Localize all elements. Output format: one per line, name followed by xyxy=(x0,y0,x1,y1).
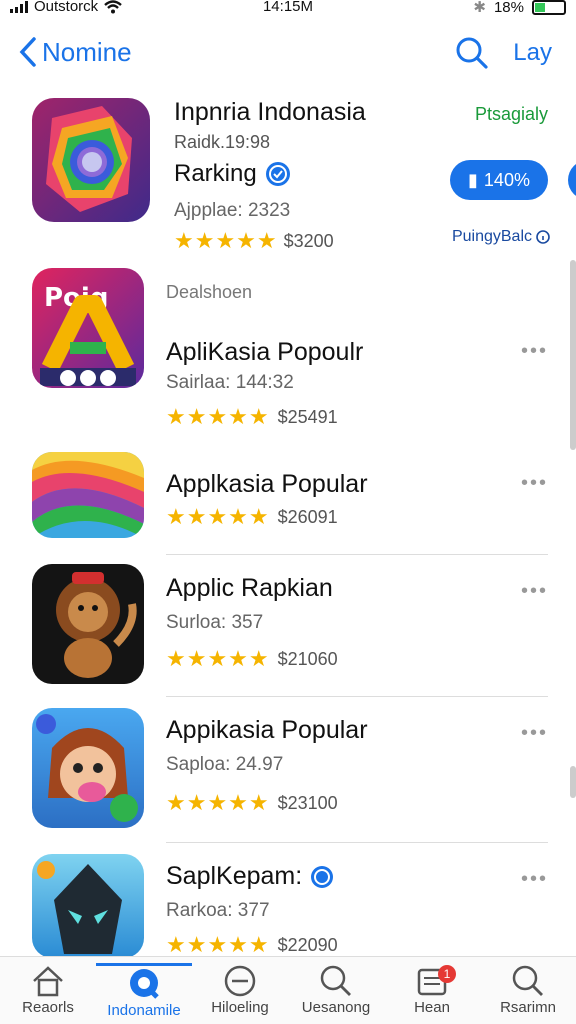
app-meta: Sairlaa: 144:32 xyxy=(166,372,294,393)
divider xyxy=(166,696,548,697)
bluetooth-icon: ✱ xyxy=(473,0,486,16)
divider xyxy=(166,554,548,555)
app-name: ApliKasia Popoulr xyxy=(166,338,364,366)
tab-label: Rsarimn xyxy=(500,999,556,1016)
star-rating-icon: ★★★★★ xyxy=(166,404,270,429)
featured-app[interactable]: Inpnria Indonasia Raidk.19:98 Rarking Aj… xyxy=(32,98,576,258)
tab-hiloeling[interactable]: Hiloeling xyxy=(192,963,288,1016)
star-rating-icon: ★★★★★ xyxy=(166,932,270,957)
star-rating-icon: ★★★★★ xyxy=(174,228,278,253)
more-options-icon[interactable]: ••• xyxy=(521,868,548,891)
app-name: SaplKepam: xyxy=(166,862,303,890)
search-icon[interactable] xyxy=(455,36,489,70)
app-meta: Surloa: 357 xyxy=(166,612,264,633)
app-rating: ★★★★★ $25491 xyxy=(166,404,338,430)
alpha-a-icon: Poig xyxy=(32,268,144,388)
featured-ranking: Rarking xyxy=(174,160,291,188)
list-item[interactable]: Applic Rapkian Surloa: 357 ★★★★★ $21060 … xyxy=(32,564,548,684)
more-options-icon[interactable]: ••• xyxy=(521,722,548,745)
app-price: $22090 xyxy=(277,934,338,955)
more-link[interactable]: PuingyBalc xyxy=(452,228,550,246)
nav-actions: Lay xyxy=(455,36,552,70)
app-price: $23100 xyxy=(277,792,338,813)
app-price: $21060 xyxy=(277,648,338,669)
status-right: ✱ 18% xyxy=(473,0,566,16)
chevron-left-icon xyxy=(19,37,36,67)
app-name: Appikasia Popular xyxy=(166,716,368,744)
bag-icon: ▮ xyxy=(468,169,478,190)
battery-label: 18% xyxy=(493,0,524,16)
app-rating: ★★★★★ $22090 xyxy=(166,932,338,958)
tab-label: Hean xyxy=(414,999,450,1016)
app-name: Applic Rapkian xyxy=(166,574,333,602)
app-rating: ★★★★★ $23100 xyxy=(166,790,338,816)
list-item[interactable]: Appikasia Popular Saploa: 24.97 ★★★★★ $2… xyxy=(32,708,548,832)
search-icon xyxy=(512,965,543,996)
tab-rsarimn[interactable]: Rsarimn xyxy=(480,963,576,1016)
star-rating-icon: ★★★★★ xyxy=(166,646,270,671)
back-label: Nomine xyxy=(42,36,132,67)
featured-price: $3200 xyxy=(283,230,334,251)
notification-badge: 1 xyxy=(438,965,456,983)
more-options-icon[interactable]: ••• xyxy=(521,472,548,495)
featured-title: Inpnria Indonasia xyxy=(174,98,366,126)
tab-label: Hiloeling xyxy=(211,999,269,1016)
next-button-partial[interactable] xyxy=(568,160,576,200)
app-rating: ★★★★★ $21060 xyxy=(166,646,338,672)
back-button[interactable]: Nomine xyxy=(18,36,132,68)
cartoon-character-icon xyxy=(32,708,144,828)
robot-icon xyxy=(32,854,144,958)
verified-icon xyxy=(265,162,290,186)
app-meta: Rarkoa: 377 xyxy=(166,900,270,921)
divider xyxy=(166,842,548,843)
featured-apps-count: Ajpplae: 2323 xyxy=(174,200,291,221)
get-button[interactable]: ▮ 140% xyxy=(450,160,548,200)
featured-tag: Ptsagialy xyxy=(474,104,548,124)
featured-rating: ★★★★★ $3200 xyxy=(174,228,334,254)
app-rating: ★★★★★ $26091 xyxy=(166,504,338,530)
status-bar: Outstorck 14:15M ✱ 18% xyxy=(0,0,576,18)
nav-bar: Nomine Lay xyxy=(0,30,576,78)
info-icon xyxy=(536,230,550,244)
get-button-label: 140% xyxy=(483,169,530,190)
minus-circle-icon xyxy=(224,965,256,997)
tab-hean[interactable]: 1 Hean xyxy=(384,963,480,1016)
featured-subtitle: Raidk.19:98 xyxy=(174,132,271,152)
battery-icon xyxy=(532,0,566,15)
tab-label: Indonamile xyxy=(107,1002,181,1019)
home-icon xyxy=(33,966,63,997)
tab-indonamile[interactable]: Indonamile xyxy=(96,963,192,1019)
tab-bar: Reaorls Indonamile Hiloeling Uesanong 1 … xyxy=(0,956,576,1024)
featured-app-icon xyxy=(32,98,150,222)
list-item[interactable]: SaplKepam: Rarkoa: 377 ★★★★★ $22090 ••• xyxy=(32,854,548,958)
list-item[interactable]: Applkasia Popular ★★★★★ $26091 ••• xyxy=(32,452,548,542)
tab-label: Reaorls xyxy=(22,999,74,1016)
app-price: $25491 xyxy=(277,406,338,427)
store-icon xyxy=(130,969,159,999)
search-icon xyxy=(320,965,351,996)
tab-uesanong[interactable]: Uesanong xyxy=(288,963,384,1016)
scrollbar-thumb[interactable] xyxy=(570,766,576,798)
lion-icon xyxy=(32,564,144,684)
tab-label: Uesanong xyxy=(301,999,371,1016)
more-options-icon[interactable]: ••• xyxy=(521,580,548,603)
more-label: PuingyBalc xyxy=(451,228,532,245)
app-name-row: SaplKepam: xyxy=(166,862,334,891)
app-price: $26091 xyxy=(277,506,338,527)
star-rating-icon: ★★★★★ xyxy=(166,504,270,529)
star-rating-icon: ★★★★★ xyxy=(166,790,270,815)
nav-right-button[interactable]: Lay xyxy=(513,39,552,67)
app-name: Applkasia Popular xyxy=(166,470,368,498)
tab-reaorls[interactable]: Reaorls xyxy=(0,963,96,1016)
more-options-icon[interactable]: ••• xyxy=(521,340,548,363)
list-item[interactable]: Poig ApliKasia Popoulr Sairlaa: 144:32 ★… xyxy=(32,268,548,430)
scrollbar-track[interactable] xyxy=(570,260,576,450)
verified-icon xyxy=(311,865,334,888)
rainbow-wave-icon xyxy=(32,452,144,538)
app-meta: Saploa: 24.97 xyxy=(166,754,284,775)
ranking-label: Rarking xyxy=(174,160,257,187)
